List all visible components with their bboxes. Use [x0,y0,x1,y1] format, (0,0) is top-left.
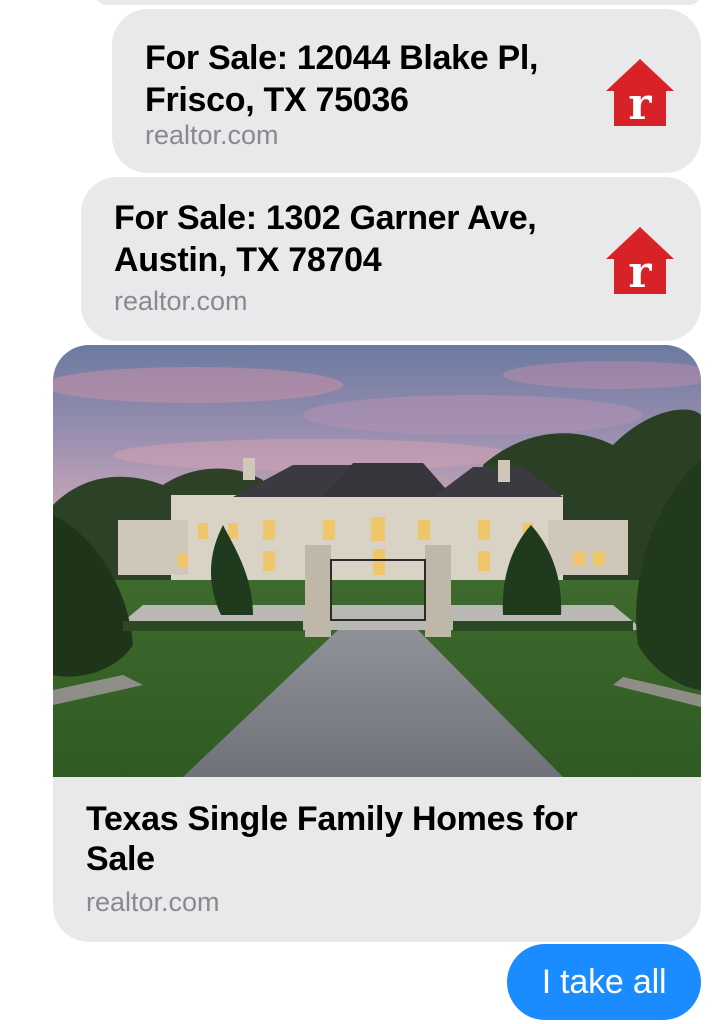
link-preview-card-texas-homes[interactable]: Texas Single Family Homes for Sale realt… [53,345,701,942]
link-title-line-1: For Sale: 1302 Garner Ave, [114,199,537,237]
link-title: For Sale: 1302 Garner Ave, Austin, TX 78… [114,197,614,281]
sent-message-bubble[interactable]: I take all [507,944,701,1020]
realtor-logo-icon: r [606,227,674,296]
messages-thread: For Sale: 12044 Blake Pl, Frisco, TX 750… [0,0,721,1024]
link-domain: realtor.com [86,887,220,917]
link-title-line-2: Austin, TX 78704 [114,241,382,279]
svg-text:r: r [628,79,652,128]
link-title-line-2: Sale [86,840,155,878]
svg-text:r: r [628,247,652,296]
link-title: For Sale: 12044 Blake Pl, Frisco, TX 750… [145,37,615,121]
mansion-photo [53,345,701,777]
link-domain: realtor.com [114,286,248,316]
link-domain: realtor.com [145,120,279,150]
link-title-line-1: Texas Single Family Homes for [86,800,578,838]
link-title-line-1: For Sale: 12044 Blake Pl, [145,39,539,77]
link-preview-bubble-garner-ave[interactable]: For Sale: 1302 Garner Ave, Austin, TX 78… [81,177,701,341]
link-title: Texas Single Family Homes for Sale [86,799,676,879]
sent-message-text: I take all [541,963,667,1001]
link-preview-bubble-blake-pl[interactable]: For Sale: 12044 Blake Pl, Frisco, TX 750… [112,9,701,173]
link-title-line-2: Frisco, TX 75036 [145,81,409,119]
previous-message-bubble-edge [95,0,701,5]
realtor-logo-icon: r [606,59,674,128]
